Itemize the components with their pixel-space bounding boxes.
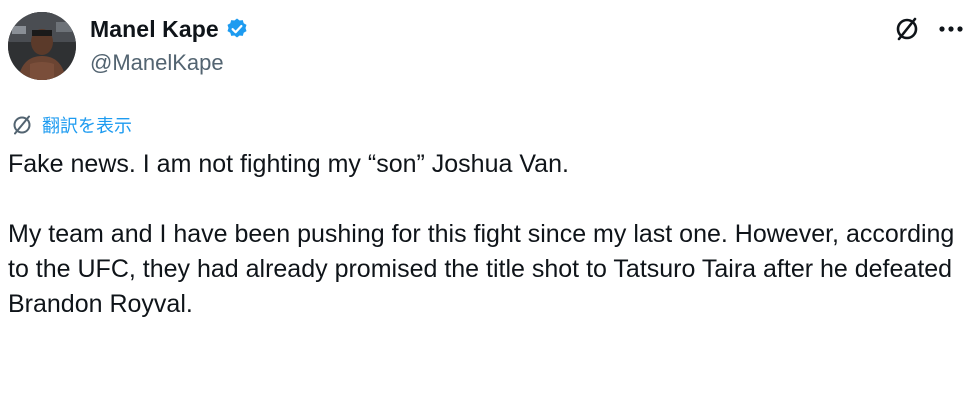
post-paragraph: My team and I have been pushing for this… <box>8 220 955 318</box>
post-body: Fake news. I am not fighting my “son” Jo… <box>8 147 974 322</box>
display-name[interactable]: Manel Kape <box>90 16 219 43</box>
post-header: Manel Kape @ManelKape <box>8 10 972 82</box>
grok-icon[interactable] <box>892 14 922 44</box>
post-paragraph: Fake news. I am not fighting my “son” Jo… <box>8 150 569 178</box>
more-options-icon[interactable] <box>934 14 968 44</box>
avatar[interactable] <box>8 12 76 80</box>
translate-link[interactable]: 翻訳を表示 <box>10 112 132 138</box>
translate-icon <box>10 113 34 137</box>
author-info: Manel Kape @ManelKape <box>90 14 249 76</box>
verified-badge-icon[interactable] <box>225 17 249 41</box>
display-name-row: Manel Kape <box>90 14 249 44</box>
handle[interactable]: @ManelKape <box>90 50 249 76</box>
translate-label: 翻訳を表示 <box>42 116 132 136</box>
